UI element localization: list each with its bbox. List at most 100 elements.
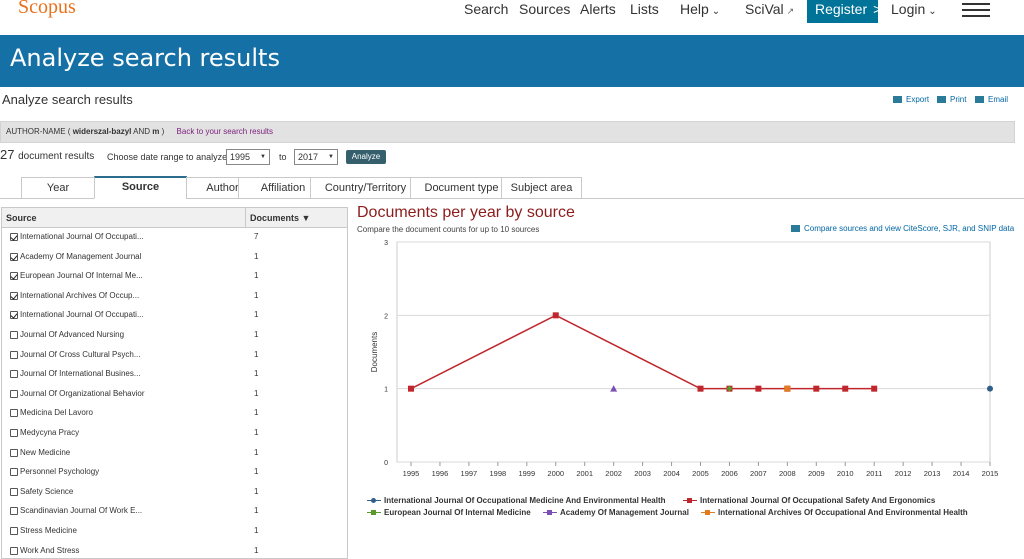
print-icon — [937, 96, 946, 104]
document-count-cell: 1 — [254, 251, 259, 261]
document-count-cell: 1 — [254, 349, 259, 359]
from-year-select[interactable]: 1995 ▼ — [226, 149, 270, 165]
legend-item[interactable]: European Journal Of Internal Medicine — [367, 508, 531, 517]
source-checkbox[interactable] — [10, 546, 18, 555]
legend-item[interactable]: International Archives Of Occupational A… — [701, 508, 968, 517]
register-button[interactable]: Register > — [807, 0, 881, 23]
tab-subject-area[interactable]: Subject area — [501, 177, 582, 199]
data-point — [697, 385, 704, 392]
source-name: Safety Science — [20, 486, 74, 496]
table-row[interactable]: International Journal Of Occupati... 1 — [2, 307, 347, 326]
source-name: Medicina Del Lavoro — [20, 408, 93, 418]
legend-item[interactable]: International Journal Of Occupational Me… — [367, 496, 666, 505]
table-row[interactable]: Stress Medicine 1 — [2, 523, 347, 542]
table-row[interactable]: Journal Of International Busines... 1 — [2, 366, 347, 385]
table-row[interactable]: Scandinavian Journal Of Work E... 1 — [2, 503, 347, 522]
x-tick-label: 1998 — [490, 469, 507, 478]
nav-login[interactable]: Login ⌄ — [891, 0, 937, 22]
source-checkbox[interactable] — [10, 409, 18, 418]
source-name: International Archives Of Occup... — [20, 290, 140, 300]
back-to-results-link[interactable]: Back to your search results — [177, 127, 273, 136]
source-checkbox[interactable] — [10, 389, 18, 398]
table-row[interactable]: European Journal Of Internal Me... 1 — [2, 268, 347, 287]
x-tick-label: 2015 — [982, 469, 999, 478]
document-count-cell: 1 — [254, 271, 259, 281]
scopus-logo[interactable]: Scopus — [18, 0, 76, 19]
legend-label: International Journal Of Occupational Sa… — [700, 496, 936, 505]
legend-item[interactable]: Academy Of Management Journal — [543, 508, 689, 517]
source-checkbox[interactable] — [10, 468, 18, 477]
source-checkbox[interactable] — [10, 272, 18, 281]
x-tick-label: 2008 — [779, 469, 796, 478]
document-count-cell: 1 — [254, 526, 259, 535]
tab-source[interactable]: Source — [94, 176, 187, 199]
page-banner: Analyze search results — [0, 35, 1024, 87]
source-checkbox[interactable] — [10, 252, 18, 261]
compare-sources-link[interactable]: Compare sources and view CiteScore, SJR,… — [791, 224, 1014, 233]
x-tick-label: 2002 — [605, 469, 622, 478]
document-count-cell: 1 — [254, 290, 259, 300]
y-tick-label: 0 — [384, 460, 388, 467]
source-checkbox[interactable] — [10, 527, 18, 535]
source-checkbox[interactable] — [10, 350, 18, 359]
nav-search[interactable]: Search — [464, 0, 508, 22]
data-point — [871, 385, 878, 392]
table-row[interactable]: Personnel Psychology 1 — [2, 464, 347, 483]
source-checkbox[interactable] — [10, 370, 18, 379]
nav-alerts[interactable]: Alerts — [580, 0, 616, 22]
tab-document-type[interactable]: Document type — [410, 177, 513, 199]
source-name: Medycyna Pracy — [20, 428, 80, 437]
nav-sources[interactable]: Sources — [519, 0, 570, 22]
column-header-source[interactable]: Source — [6, 213, 37, 223]
tab-country-territory[interactable]: Country/Territory — [310, 177, 421, 199]
source-checkbox[interactable] — [10, 507, 18, 516]
source-checkbox[interactable] — [10, 487, 18, 496]
document-count-cell: 1 — [254, 330, 259, 339]
source-checkbox[interactable] — [10, 448, 18, 457]
document-count-cell: 1 — [254, 369, 259, 379]
export-link[interactable]: Export — [893, 95, 929, 104]
document-count-cell: 7 — [254, 232, 259, 241]
table-row[interactable]: International Archives Of Occup... 1 — [2, 288, 347, 307]
legend-item[interactable]: International Journal Of Occupational Sa… — [683, 496, 935, 505]
source-checkbox[interactable] — [10, 331, 18, 339]
table-row[interactable]: Medicina Del Lavoro 1 — [2, 405, 347, 424]
table-row[interactable]: Medycyna Pracy 1 — [2, 425, 347, 444]
nav-lists[interactable]: Lists — [630, 0, 659, 22]
source-name: Journal Of Organizational Behavior — [20, 388, 145, 398]
nav-scival-label: SciVal — [745, 1, 784, 17]
y-axis-label: Documents — [370, 332, 379, 372]
column-header-documents[interactable]: Documents ▼ — [245, 208, 347, 227]
x-tick-label: 2004 — [663, 469, 680, 478]
table-header: Source Documents ▼ — [2, 208, 347, 228]
print-link[interactable]: Print — [937, 95, 966, 104]
page-title: Analyze search results — [2, 92, 133, 107]
document-count-label: document results — [18, 151, 95, 162]
table-row[interactable]: Journal Of Cross Cultural Psych... 1 — [2, 347, 347, 366]
x-tick-label: 2000 — [547, 469, 564, 478]
legend-marker-icon — [543, 509, 557, 517]
analyze-button[interactable]: Analyze — [346, 150, 386, 164]
export-icon — [893, 96, 902, 104]
table-row[interactable]: New Medicine 1 — [2, 445, 347, 464]
table-row[interactable]: Safety Science 1 — [2, 484, 347, 503]
table-row[interactable]: Academy Of Management Journal 1 — [2, 249, 347, 268]
source-checkbox[interactable] — [10, 233, 18, 241]
table-row[interactable]: Journal Of Advanced Nursing 1 — [2, 327, 347, 346]
source-checkbox[interactable] — [10, 291, 18, 300]
nav-help[interactable]: Help ⌄ — [680, 0, 720, 22]
source-checkbox[interactable] — [10, 429, 18, 437]
nav-scival[interactable]: SciVal ↗ — [745, 0, 794, 22]
tab-year[interactable]: Year — [21, 177, 95, 199]
to-year-select[interactable]: 2017 ▼ — [294, 149, 338, 165]
table-row[interactable]: Work And Stress 1 — [2, 543, 347, 558]
to-year-value: 2017 — [298, 152, 319, 162]
source-checkbox[interactable] — [10, 311, 18, 320]
email-link[interactable]: Email — [975, 95, 1008, 104]
table-row[interactable]: International Journal Of Occupati... 7 — [2, 229, 347, 248]
x-tick-label: 1997 — [461, 469, 478, 478]
sort-down-icon: ▼ — [301, 213, 311, 223]
search-query-bar: AUTHOR-NAME ( widerszal-bazyl AND m ) Ba… — [0, 121, 1015, 143]
table-row[interactable]: Journal Of Organizational Behavior 1 — [2, 386, 347, 405]
menu-icon[interactable] — [962, 3, 990, 17]
